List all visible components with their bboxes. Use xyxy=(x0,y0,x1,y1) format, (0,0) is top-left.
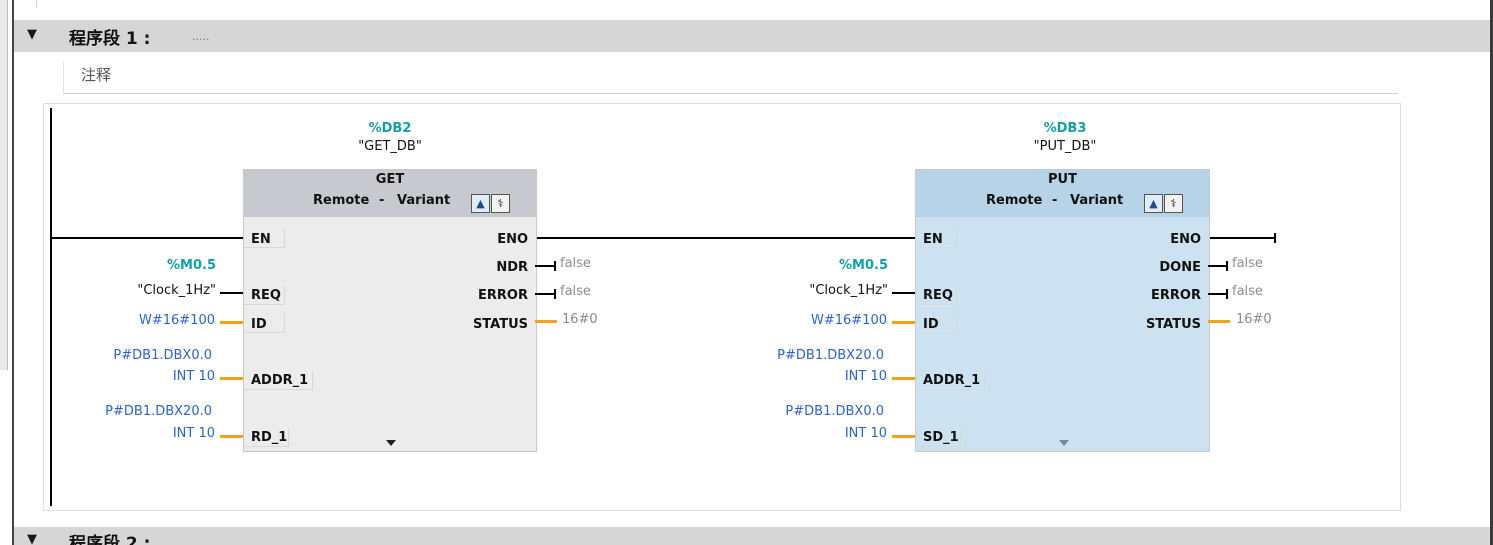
put-pin-addr[interactable]: ADDR_1 xyxy=(923,373,980,388)
block-info-icon[interactable]: ▲ xyxy=(1144,194,1163,213)
rung-wire-eno-to-en xyxy=(535,237,916,239)
get-block-header: GET Remote - Variant ▲ ⚕ xyxy=(244,170,536,217)
put-error-wire xyxy=(1208,293,1228,295)
put-done-value: false xyxy=(1232,256,1263,271)
put-status-value: 16#0 xyxy=(1236,312,1272,327)
top-divider xyxy=(36,0,37,8)
get-rd-wire xyxy=(220,435,243,438)
put-pin-status[interactable]: STATUS xyxy=(1146,317,1201,332)
get-instance-db-name[interactable]: "GET_DB" xyxy=(290,139,490,154)
editor-left-border xyxy=(0,0,14,545)
comment-left-border xyxy=(63,61,64,93)
network-1-title: 程序段 1 : xyxy=(69,29,151,49)
put-block-type: PUT xyxy=(1048,172,1077,187)
put-pin-error[interactable]: ERROR xyxy=(1151,288,1201,303)
network-1-comment-text: 注释 xyxy=(81,66,112,84)
network-2-header[interactable]: ▼ 程序段 2 : xyxy=(14,527,1490,545)
put-instance-db-name[interactable]: "PUT_DB" xyxy=(965,139,1165,154)
get-remote-label: Remote xyxy=(313,193,370,208)
put-error-stub xyxy=(1226,289,1228,299)
put-block-header: PUT Remote - Variant ▲ ⚕ xyxy=(916,170,1209,217)
get-pin-id[interactable]: ID xyxy=(251,317,267,332)
put-pin-done[interactable]: DONE xyxy=(1159,260,1201,275)
get-pin-req[interactable]: REQ xyxy=(251,288,281,303)
get-pin-ndr[interactable]: NDR xyxy=(496,260,528,275)
get-pin-status[interactable]: STATUS xyxy=(473,317,528,332)
get-dash: - xyxy=(379,193,385,208)
put-sd-length[interactable]: INT 10 xyxy=(770,426,887,441)
get-variant-label: Variant xyxy=(397,193,451,208)
expand-pins-arrow-icon[interactable] xyxy=(1059,440,1069,446)
get-pin-error[interactable]: ERROR xyxy=(478,288,528,303)
put-pin-id[interactable]: ID xyxy=(923,317,939,332)
get-id-value[interactable]: W#16#100 xyxy=(60,313,215,328)
put-req-symbol[interactable]: "Clock_1Hz" xyxy=(730,283,888,298)
put-function-block[interactable]: PUT Remote - Variant ▲ ⚕ EN REQ ID ADDR_… xyxy=(915,169,1210,452)
put-pin-req[interactable]: REQ xyxy=(923,288,953,303)
get-error-value: false xyxy=(560,284,591,299)
network-1-header[interactable]: ▼ 程序段 1 : ..... xyxy=(14,20,1490,52)
collapse-triangle-icon[interactable]: ▼ xyxy=(27,532,37,545)
left-power-rail xyxy=(50,108,52,506)
put-req-wire xyxy=(892,292,915,294)
put-pin-sd[interactable]: SD_1 xyxy=(923,430,959,445)
get-req-address[interactable]: %M0.5 xyxy=(100,258,216,273)
put-variant-label: Variant xyxy=(1070,193,1124,208)
get-req-symbol[interactable]: "Clock_1Hz" xyxy=(60,283,216,298)
rung-wire-get-en xyxy=(52,237,244,239)
get-error-stub xyxy=(554,289,556,299)
expand-pins-arrow-icon[interactable] xyxy=(386,440,396,446)
get-id-wire xyxy=(220,321,243,324)
get-rd-pointer[interactable]: P#DB1.DBX20.0 xyxy=(40,404,212,419)
put-id-value[interactable]: W#16#100 xyxy=(730,313,887,328)
get-function-block[interactable]: GET Remote - Variant ▲ ⚕ EN REQ ID ADDR_… xyxy=(243,169,537,452)
get-ndr-stub xyxy=(554,261,556,271)
put-addr-wire xyxy=(892,377,915,380)
get-addr-wire xyxy=(220,377,243,380)
put-pin-en[interactable]: EN xyxy=(923,232,943,247)
get-req-wire xyxy=(220,292,243,294)
network-1-title-comment[interactable]: ..... xyxy=(192,30,209,43)
top-strip xyxy=(14,0,1493,20)
get-pin-addr[interactable]: ADDR_1 xyxy=(251,373,308,388)
put-addr-length[interactable]: INT 10 xyxy=(770,369,887,384)
get-ndr-wire xyxy=(535,265,556,267)
editor-gutter xyxy=(0,0,8,370)
put-pin-eno[interactable]: ENO xyxy=(1170,232,1201,247)
get-pin-eno[interactable]: ENO xyxy=(497,232,528,247)
diagnostics-icon[interactable]: ⚕ xyxy=(491,194,510,213)
get-error-wire xyxy=(535,293,556,295)
get-instance-db-address: %DB2 xyxy=(368,121,412,136)
block-info-icon[interactable]: ▲ xyxy=(471,194,490,213)
put-instance-db-address: %DB3 xyxy=(1043,121,1087,136)
network-2-title: 程序段 2 : xyxy=(69,534,151,545)
get-ndr-value: false xyxy=(560,256,591,271)
get-addr-length[interactable]: INT 10 xyxy=(100,369,215,384)
put-status-wire xyxy=(1208,320,1230,323)
collapse-triangle-icon[interactable]: ▼ xyxy=(27,27,37,42)
put-remote-label: Remote xyxy=(986,193,1043,208)
get-status-value: 16#0 xyxy=(562,312,598,327)
put-req-address[interactable]: %M0.5 xyxy=(770,258,888,273)
put-error-value: false xyxy=(1232,284,1263,299)
get-block-type: GET xyxy=(375,172,405,187)
get-pin-en[interactable]: EN xyxy=(251,232,271,247)
rung-wire-put-eno xyxy=(1208,237,1276,239)
diagnostics-icon[interactable]: ⚕ xyxy=(1164,194,1183,213)
put-sd-pointer[interactable]: P#DB1.DBX0.0 xyxy=(710,404,884,419)
network-1-comment-field[interactable]: 注释 xyxy=(63,61,1398,94)
rung-end-stub xyxy=(1274,233,1276,243)
get-pin-rd[interactable]: RD_1 xyxy=(251,430,287,445)
get-rd-length[interactable]: INT 10 xyxy=(100,426,215,441)
put-sd-wire xyxy=(892,435,915,438)
put-addr-pointer[interactable]: P#DB1.DBX20.0 xyxy=(710,348,884,363)
get-addr-pointer[interactable]: P#DB1.DBX0.0 xyxy=(40,348,212,363)
put-done-wire xyxy=(1208,265,1228,267)
get-status-wire xyxy=(535,320,557,323)
put-id-wire xyxy=(892,321,915,324)
put-dash: - xyxy=(1052,193,1058,208)
put-done-stub xyxy=(1226,261,1228,271)
